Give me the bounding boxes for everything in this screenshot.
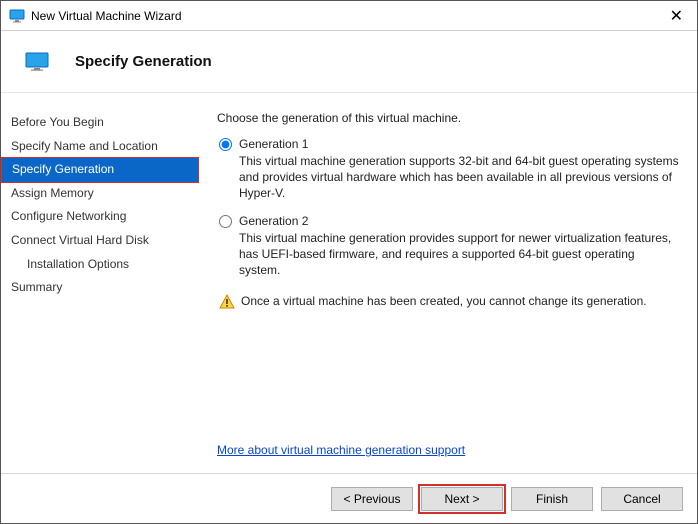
previous-button[interactable]: < Previous: [331, 487, 413, 511]
sidebar-item-connect-virtual-hard-disk[interactable]: Connect Virtual Hard Disk: [1, 229, 199, 253]
generation-1-radio[interactable]: [219, 138, 232, 151]
cancel-button[interactable]: Cancel: [601, 487, 683, 511]
generation-2-description: This virtual machine generation provides…: [217, 230, 679, 279]
generation-2-radio[interactable]: [219, 215, 232, 228]
close-icon[interactable]: ✕: [664, 6, 689, 26]
warning-row: Once a virtual machine has been created,…: [217, 294, 679, 310]
next-button[interactable]: Next >: [421, 487, 503, 511]
sidebar-item-configure-networking[interactable]: Configure Networking: [1, 205, 199, 229]
sidebar-item-assign-memory[interactable]: Assign Memory: [1, 182, 199, 206]
page-title: Specify Generation: [75, 53, 212, 70]
generation-2-label: Generation 2: [239, 214, 308, 228]
sidebar-item-summary[interactable]: Summary: [1, 276, 199, 300]
generation-2-option[interactable]: Generation 2: [217, 214, 679, 228]
app-icon: [9, 8, 25, 24]
generation-1-option[interactable]: Generation 1: [217, 137, 679, 151]
sidebar-item-specify-generation[interactable]: Specify Generation: [1, 157, 199, 183]
wizard-header: Specify Generation: [1, 31, 697, 93]
warning-text: Once a virtual machine has been created,…: [241, 294, 647, 308]
titlebar: New Virtual Machine Wizard ✕: [1, 1, 697, 31]
learn-more-link[interactable]: More about virtual machine generation su…: [217, 443, 679, 457]
wizard-sidebar: Before You Begin Specify Name and Locati…: [1, 93, 199, 473]
wizard-content: Choose the generation of this virtual ma…: [199, 93, 697, 473]
window-title: New Virtual Machine Wizard: [31, 9, 664, 23]
intro-text: Choose the generation of this virtual ma…: [217, 111, 679, 125]
wizard-footer: < Previous Next > Finish Cancel: [1, 473, 697, 523]
monitor-icon: [25, 52, 49, 72]
generation-1-description: This virtual machine generation supports…: [217, 153, 679, 202]
sidebar-item-installation-options[interactable]: Installation Options: [1, 253, 199, 277]
finish-button[interactable]: Finish: [511, 487, 593, 511]
sidebar-item-specify-name-location[interactable]: Specify Name and Location: [1, 135, 199, 159]
generation-1-label: Generation 1: [239, 137, 308, 151]
sidebar-item-before-you-begin[interactable]: Before You Begin: [1, 111, 199, 135]
warning-icon: [219, 294, 235, 310]
